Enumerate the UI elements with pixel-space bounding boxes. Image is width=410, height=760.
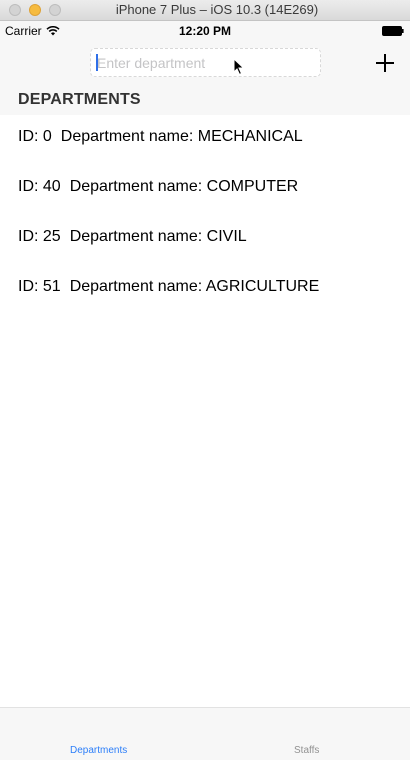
tab-bar: Departments Staffs <box>0 707 410 760</box>
section-header: DEPARTMENTS <box>0 85 410 115</box>
department-row[interactable]: ID: 51 Department name: AGRICULTURE <box>0 265 410 315</box>
battery-icon <box>382 26 404 36</box>
department-id: ID: 0 <box>18 128 52 145</box>
status-bar: Carrier 12:20 PM <box>0 21 410 41</box>
department-name: Department name: COMPUTER <box>69 178 299 195</box>
department-id: ID: 40 <box>18 178 61 195</box>
department-row[interactable]: ID: 25 Department name: CIVIL <box>0 215 410 265</box>
status-time: 12:20 PM <box>178 24 232 38</box>
department-name: Department name: CIVIL <box>69 228 247 245</box>
department-input[interactable] <box>90 48 321 77</box>
department-list: ID: 0 Department name: MECHANICAL ID: 40 D… <box>0 115 410 315</box>
tab-departments[interactable]: Departments <box>70 745 127 756</box>
department-id: ID: 25 <box>18 228 61 245</box>
mouse-pointer-icon <box>233 58 245 76</box>
navigation-bar <box>0 41 410 85</box>
department-row[interactable]: ID: 40 Department name: COMPUTER <box>0 165 410 215</box>
window-titlebar: iPhone 7 Plus – iOS 10.3 (14E269) <box>0 0 410 21</box>
window-title: iPhone 7 Plus – iOS 10.3 (14E269) <box>115 2 319 17</box>
department-id: ID: 51 <box>18 278 61 295</box>
department-name: Department name: MECHANICAL <box>60 128 303 145</box>
text-caret <box>96 54 98 71</box>
simulator-window: iPhone 7 Plus – iOS 10.3 (14E269) Carrie… <box>0 0 410 760</box>
add-department-button[interactable] <box>374 52 396 74</box>
department-row[interactable]: ID: 0 Department name: MECHANICAL <box>0 115 410 165</box>
tab-staffs[interactable]: Staffs <box>294 745 319 756</box>
department-name: Department name: AGRICULTURE <box>69 278 320 295</box>
